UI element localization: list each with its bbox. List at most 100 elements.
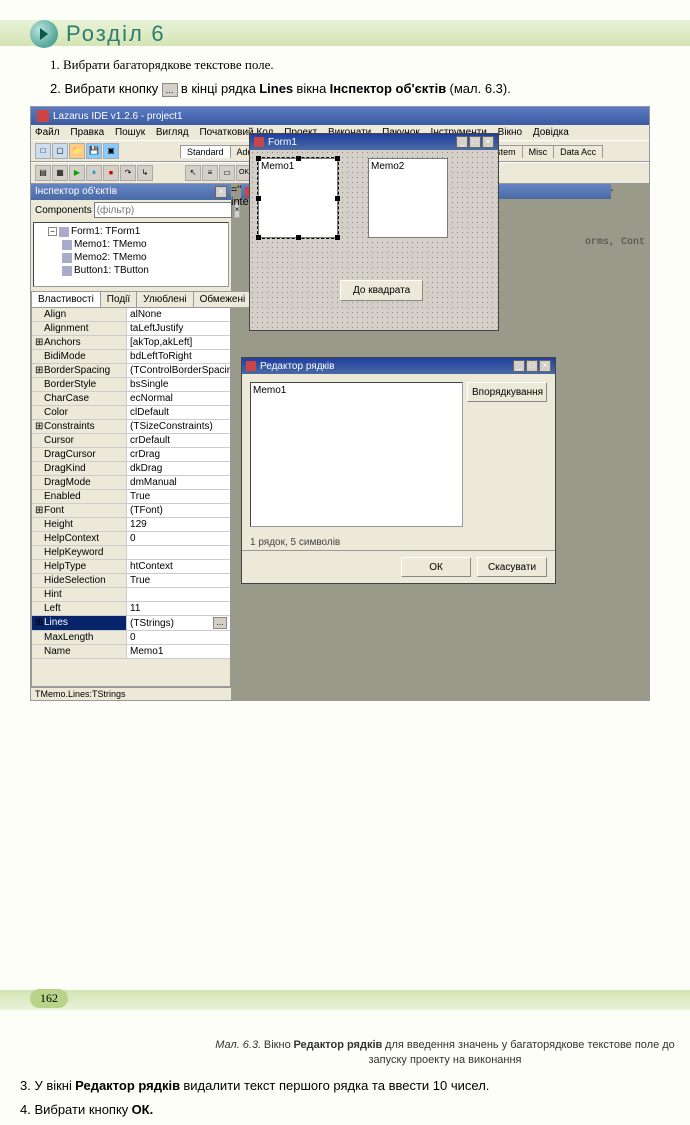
string-editor-window: Редактор рядків _ □ × Memo1 Впорядкуванн… bbox=[241, 357, 556, 584]
menu-view[interactable]: Вигляд bbox=[156, 127, 189, 138]
editor-icon bbox=[246, 361, 256, 371]
tab-properties[interactable]: Властивості bbox=[31, 291, 101, 307]
property-row[interactable]: HelpKeyword bbox=[32, 546, 230, 560]
stop-icon[interactable]: ⏹ bbox=[103, 165, 119, 181]
property-row[interactable]: DragModedmManual bbox=[32, 476, 230, 490]
view-forms-icon[interactable]: ▦ bbox=[52, 165, 68, 181]
form-designer: Form1 _ □ × Memo1 bbox=[249, 133, 499, 331]
menu-window[interactable]: Вікно bbox=[498, 127, 522, 138]
ide-screenshot: Lazarus IDE v1.2.6 - project1 Файл Правк… bbox=[30, 106, 650, 701]
property-row[interactable]: ⊞Lines(TStrings)... bbox=[32, 616, 230, 631]
property-row[interactable]: MaxLength0 bbox=[32, 631, 230, 645]
minimize-icon[interactable]: _ bbox=[456, 136, 468, 148]
tree-button1[interactable]: Button1: TButton bbox=[74, 265, 149, 276]
close-icon[interactable]: × bbox=[482, 136, 494, 148]
property-row[interactable]: ⊞Constraints(TSizeConstraints) bbox=[32, 420, 230, 434]
minimize-icon[interactable]: _ bbox=[513, 360, 525, 372]
property-row[interactable]: AlignalNone bbox=[32, 308, 230, 322]
property-row[interactable]: Height129 bbox=[32, 518, 230, 532]
memo-icon bbox=[62, 240, 72, 250]
run-icon[interactable]: ▶ bbox=[69, 165, 85, 181]
chapter-header: Розділ 6 bbox=[30, 20, 660, 48]
cancel-button[interactable]: Скасувати bbox=[477, 557, 547, 577]
filter-clear-icon[interactable]: × bbox=[234, 202, 241, 218]
memo-icon bbox=[62, 253, 72, 263]
string-editor-memo[interactable]: Memo1 bbox=[250, 382, 463, 527]
sort-button[interactable]: Впорядкування bbox=[467, 382, 547, 402]
menu-comp-icon[interactable]: ≡ bbox=[202, 165, 218, 181]
menu-edit[interactable]: Правка bbox=[70, 127, 104, 138]
property-row[interactable]: CharCaseecNormal bbox=[32, 392, 230, 406]
pause-icon[interactable]: ⏸ bbox=[86, 165, 102, 181]
tab-misc[interactable]: Misc bbox=[522, 145, 555, 158]
lazarus-icon bbox=[37, 110, 49, 122]
form-icon bbox=[254, 137, 264, 147]
square-button[interactable]: До квадрата bbox=[340, 280, 423, 301]
figure-caption: Мал. 6.3. Вікно Редактор рядків для введ… bbox=[200, 1038, 690, 1069]
property-row[interactable]: HelpContext0 bbox=[32, 532, 230, 546]
property-row[interactable]: ⊞Font(TFont) bbox=[32, 504, 230, 518]
filter-input[interactable] bbox=[94, 202, 232, 218]
property-row[interactable]: Hint bbox=[32, 588, 230, 602]
ide-title: Lazarus IDE v1.2.6 - project1 bbox=[53, 111, 183, 122]
tab-restricted[interactable]: Обмежені bbox=[193, 291, 253, 307]
tab-dataacc[interactable]: Data Acc bbox=[553, 145, 603, 158]
inspector-status: TMemo.Lines:TStrings bbox=[31, 687, 231, 700]
property-row[interactable]: EnabledTrue bbox=[32, 490, 230, 504]
memo2-component[interactable]: Memo2 bbox=[368, 158, 448, 238]
property-row[interactable]: HideSelectionTrue bbox=[32, 574, 230, 588]
tree-memo2[interactable]: Memo2: TMemo bbox=[74, 252, 147, 263]
code-fragment: orms, Cont bbox=[585, 237, 645, 248]
open-icon[interactable]: 📁 bbox=[69, 143, 85, 159]
menu-search[interactable]: Пошук bbox=[115, 127, 145, 138]
step-3: 3. У вікні Редактор рядків видалити текс… bbox=[20, 1077, 690, 1095]
form-canvas[interactable]: Memo1 Memo2 До квадрата bbox=[250, 150, 498, 330]
property-row[interactable]: NameMemo1 bbox=[32, 645, 230, 659]
menu-help[interactable]: Довідка bbox=[533, 127, 569, 138]
property-row[interactable]: ColorclDefault bbox=[32, 406, 230, 420]
menu-file[interactable]: Файл bbox=[35, 127, 60, 138]
maximize-icon[interactable]: □ bbox=[469, 136, 481, 148]
close-icon[interactable]: × bbox=[539, 360, 551, 372]
string-editor-title: Редактор рядків bbox=[260, 361, 334, 372]
property-row[interactable]: BidiModebdLeftToRight bbox=[32, 350, 230, 364]
view-units-icon[interactable]: ▤ bbox=[35, 165, 51, 181]
step-2: 2. Вибрати кнопку ... в кінці рядка Line… bbox=[50, 80, 660, 98]
property-row[interactable]: ⊞Anchors[akTop,akLeft] bbox=[32, 336, 230, 350]
page-number: 162 bbox=[30, 989, 68, 1008]
property-grid[interactable]: AlignalNoneAlignmenttaLeftJustify⊞Anchor… bbox=[31, 307, 231, 687]
property-row[interactable]: AlignmenttaLeftJustify bbox=[32, 322, 230, 336]
inspector-title: Інспектор об'єктів bbox=[35, 186, 117, 198]
collapse-icon[interactable]: − bbox=[48, 227, 57, 236]
components-label: Components bbox=[35, 205, 92, 216]
maximize-icon[interactable]: □ bbox=[526, 360, 538, 372]
tab-standard[interactable]: Standard bbox=[180, 145, 231, 158]
property-row[interactable]: HelpTypehtContext bbox=[32, 560, 230, 574]
tree-root[interactable]: Form1: TForm1 bbox=[71, 226, 140, 237]
step-into-icon[interactable]: ↳ bbox=[137, 165, 153, 181]
property-row[interactable]: DragKinddkDrag bbox=[32, 462, 230, 476]
property-row[interactable]: BorderStylebsSingle bbox=[32, 378, 230, 392]
close-icon[interactable]: × bbox=[215, 186, 227, 198]
new-form-icon[interactable]: ▢ bbox=[52, 143, 68, 159]
ok-button[interactable]: ОК bbox=[401, 557, 471, 577]
property-row[interactable]: DragCursorcrDrag bbox=[32, 448, 230, 462]
property-row[interactable]: ⊞BorderSpacing(TControlBorderSpacing) bbox=[32, 364, 230, 378]
cursor-icon[interactable]: ↖ bbox=[185, 165, 201, 181]
new-unit-icon[interactable]: □ bbox=[35, 143, 51, 159]
tab-favorites[interactable]: Улюблені bbox=[136, 291, 193, 307]
ide-titlebar: Lazarus IDE v1.2.6 - project1 bbox=[31, 107, 649, 125]
tree-memo1[interactable]: Memo1: TMemo bbox=[74, 239, 147, 250]
step-over-icon[interactable]: ↷ bbox=[120, 165, 136, 181]
form1-title: Form1 bbox=[268, 137, 297, 148]
save-all-icon[interactable]: ▣ bbox=[103, 143, 119, 159]
save-icon[interactable]: 💾 bbox=[86, 143, 102, 159]
tab-events[interactable]: Події bbox=[100, 291, 137, 307]
memo1-component[interactable]: Memo1 bbox=[258, 158, 338, 238]
component-tree[interactable]: − Form1: TForm1 Memo1: TMemo Memo2: TMemo… bbox=[33, 222, 229, 287]
property-row[interactable]: CursorcrDefault bbox=[32, 434, 230, 448]
ellipsis-button[interactable]: ... bbox=[213, 617, 227, 629]
object-inspector: Інспектор об'єктів × Components × −Form1… bbox=[31, 184, 231, 700]
property-row[interactable]: Left11 bbox=[32, 602, 230, 616]
popup-comp-icon[interactable]: ▭ bbox=[219, 165, 235, 181]
